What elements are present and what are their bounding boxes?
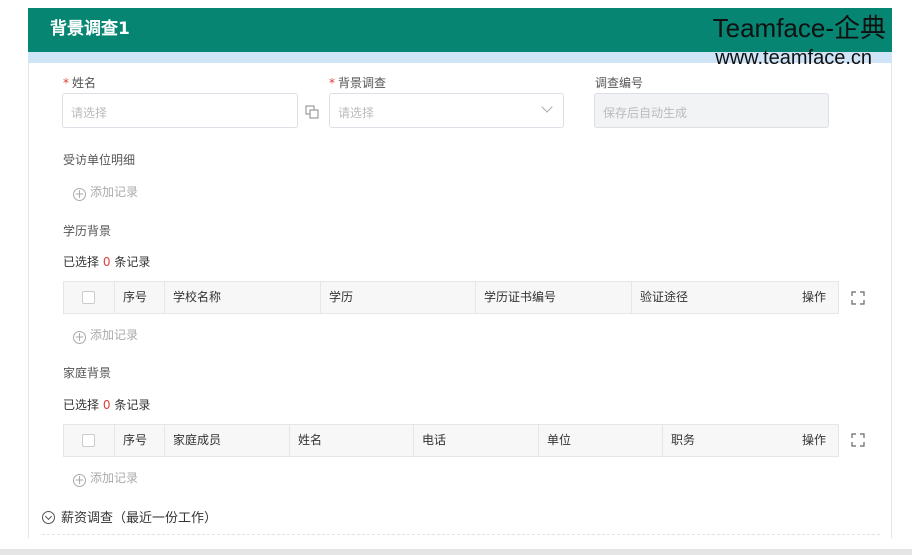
expand-icon[interactable] — [850, 432, 866, 448]
bg-check-select[interactable]: 请选择 — [329, 93, 564, 128]
select-all-checkbox[interactable] — [82, 434, 95, 447]
watermark-brand: Teamface-企典 — [712, 13, 886, 43]
page: 背景调查1 Teamface-企典 www.teamface.cn * 姓名 请选… — [0, 0, 912, 555]
code-placeholder: 保存后自动生成 — [603, 106, 688, 120]
name-select[interactable]: 请选择 — [62, 93, 298, 128]
family-add-button[interactable]: + 添加记录 — [73, 469, 138, 487]
col-index: 序号 — [114, 425, 164, 456]
col-cert-no: 学历证书编号 — [475, 282, 631, 313]
bg-check-label: * 背景调查 — [329, 76, 387, 90]
add-circle-icon: + — [73, 187, 86, 201]
code-label: 调查编号 — [595, 76, 644, 90]
add-circle-icon: + — [73, 473, 86, 487]
page-title: 背景调查1 — [50, 19, 130, 39]
education-add-button[interactable]: + 添加记录 — [73, 326, 138, 344]
col-name: 姓名 — [289, 425, 413, 456]
col-actions: 操作 — [801, 290, 826, 304]
col-member: 家庭成员 — [164, 425, 289, 456]
col-position: 职务 — [662, 425, 742, 456]
bottom-bar — [0, 549, 912, 555]
col-degree: 学历 — [320, 282, 475, 313]
education-section-title: 学历背景 — [63, 224, 112, 238]
col-phone: 电话 — [413, 425, 538, 456]
expand-icon[interactable] — [850, 290, 866, 306]
col-index: 序号 — [114, 282, 164, 313]
select-all-checkbox[interactable] — [82, 291, 95, 304]
name-placeholder: 请选择 — [71, 106, 108, 120]
col-school: 学校名称 — [164, 282, 320, 313]
code-field: 保存后自动生成 — [594, 93, 829, 128]
col-verify: 验证途径 — [631, 282, 731, 313]
family-selected-count: 已选择 0 条记录 — [63, 398, 151, 412]
education-table-header: 序号 学校名称 学历 学历证书编号 验证途径 操作 — [63, 281, 839, 314]
chevron-down-icon — [541, 101, 553, 113]
bg-check-placeholder: 请选择 — [338, 106, 375, 120]
col-actions: 操作 — [801, 433, 826, 447]
salary-section-toggle[interactable]: 薪资调查（最近一份工作） — [42, 507, 217, 526]
col-company: 单位 — [538, 425, 662, 456]
section-divider — [42, 534, 880, 535]
family-table-header: 序号 家庭成员 姓名 电话 单位 职务 操作 — [63, 424, 839, 457]
visited-add-button[interactable]: + 添加记录 — [73, 183, 138, 201]
visited-section-title: 受访单位明细 — [63, 153, 136, 167]
pick-icon[interactable] — [305, 105, 319, 119]
add-circle-icon: + — [73, 330, 86, 344]
salary-section-title: 薪资调查（最近一份工作） — [61, 511, 218, 526]
family-section-title: 家庭背景 — [63, 366, 112, 380]
chevron-circle-icon — [42, 511, 55, 524]
name-label: * 姓名 — [63, 76, 97, 90]
education-selected-count: 已选择 0 条记录 — [63, 255, 151, 269]
